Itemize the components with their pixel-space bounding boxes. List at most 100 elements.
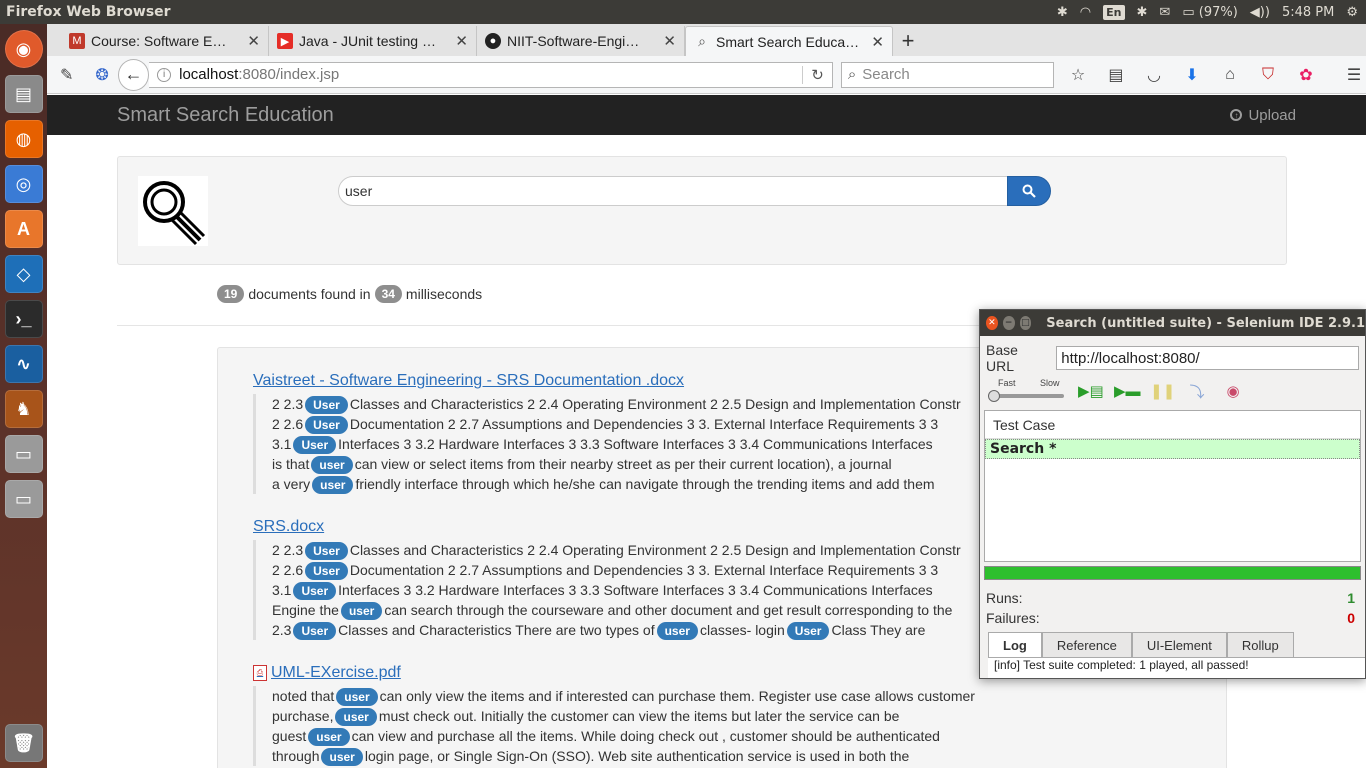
result-title-text: Vaistreet - Software Engineering - SRS D… [253,372,685,389]
home-icon[interactable]: ⌂ [1218,63,1242,87]
clock[interactable]: 5:48 PM [1282,5,1334,20]
site-brand[interactable]: Smart Search Education [117,104,334,127]
extension-swirl-icon[interactable]: ❂ [90,63,113,87]
software-center-icon[interactable]: A [4,210,43,248]
snippet-text: noted that [272,688,335,704]
tab-reference[interactable]: Reference [1041,632,1132,657]
vscode-icon[interactable]: ◇ [4,255,43,293]
reading-list-icon[interactable]: ▤ [1104,63,1128,87]
browser-search-box[interactable]: ⌕ Search [840,61,1054,88]
query-input[interactable] [338,176,1008,206]
snippet-text: must check out. Initially the customer c… [378,708,900,724]
browser-tab-course[interactable]: M Course: Software E… ✕ [61,26,269,56]
terminal-icon[interactable]: ›_ [4,300,43,338]
back-button[interactable]: ← [117,58,150,91]
tab-ui-element[interactable]: UI-Element [1131,632,1227,657]
downloads-icon[interactable]: ⬇ [1180,63,1204,87]
menu-hamburger-icon[interactable]: ☰ [1342,63,1366,87]
milliseconds-badge: 34 [374,285,402,303]
upload-link[interactable]: ↑ Upload [1230,107,1296,124]
snippet-text: can only view the items and if intereste… [379,688,975,704]
snippet-text: Classes and Characteristics 2 2.4 Operat… [349,396,961,412]
snippet-text: Classes and Characteristics There are tw… [338,622,655,638]
extension-color-icon[interactable]: ✿ [1294,63,1318,87]
close-icon[interactable]: ✕ [247,32,260,50]
bookmark-star-icon[interactable]: ☆ [1066,63,1090,87]
snippet-line: is that user can view or select items from… [272,454,961,474]
ubuntu-dash-icon[interactable]: ◉ [4,30,43,68]
speed-knob[interactable] [988,390,1000,402]
system-monitor-icon[interactable]: ∿ [4,345,43,383]
test-case-row[interactable]: Search * [985,439,1360,459]
wifi-icon[interactable]: ◠ [1080,5,1091,20]
result-title-link[interactable]: ⎙ UML-EXercise.pdf [253,664,975,682]
volume-icon[interactable]: ◀)) [1250,5,1270,20]
record-icon[interactable]: ◉ [1222,382,1244,400]
magnifier-logo [138,176,208,246]
snippet-text: 2 2.3 [272,542,304,558]
snippet-text: is that [272,456,310,472]
close-icon[interactable]: ✕ [871,33,884,51]
result-title-link[interactable]: SRS.docx [253,518,961,536]
tab-rollup[interactable]: Rollup [1226,632,1294,657]
close-icon[interactable]: ✕ [455,32,468,50]
step-icon[interactable]: ⤵ [1186,381,1208,402]
adblock-icon[interactable]: ⛉ [1256,63,1280,87]
gimp-icon[interactable]: ♞ [4,390,43,428]
runs-row: Runs: 1 [980,588,1365,608]
search-button[interactable] [1007,176,1051,206]
base-url-row: Base URL [980,336,1365,374]
play-test-icon[interactable]: ▶▬ [1114,382,1141,400]
tab-log[interactable]: Log [988,632,1042,657]
pocket-icon[interactable]: ◡ [1142,63,1166,87]
url-bar[interactable]: i localhost:8080/index.jsp ↻ [149,61,833,88]
base-url-input[interactable] [1056,346,1359,370]
result-title-link[interactable]: Vaistreet - Software Engineering - SRS D… [253,372,961,390]
selenium-titlebar: ✕ − □ Search (untitled suite) - Selenium… [980,310,1365,336]
runs-label: Runs: [986,590,1023,606]
close-window-icon[interactable]: ✕ [986,316,998,330]
site-navbar: Smart Search Education ↑ Upload [47,95,1366,135]
result-snippets: 2 2.3 User Classes and Characteristics 2 2… [253,540,961,640]
browser-tab-youtube[interactable]: ▶ Java - JUnit testing … ✕ [269,26,477,56]
bluetooth-icon[interactable]: ✱ [1057,5,1068,20]
snippet-text: Class They are [831,622,926,638]
snippet-line: guest user can view and purchase all the i… [272,726,975,746]
firefox-icon[interactable]: ◍ [4,120,43,158]
selenium-toolbar: Fast Slow ▶▤ ▶▬ ❚❚ ⤵ ◉ [980,374,1365,408]
snippet-text: through [272,748,320,764]
info-icon[interactable]: i [157,67,172,82]
minimize-window-icon[interactable]: − [1002,316,1015,330]
new-tab-button[interactable]: + [893,26,923,56]
settings-gear-icon[interactable]: ⚙ [1346,5,1358,20]
drive-icon-2[interactable]: ▭ [4,480,43,518]
play-suite-icon[interactable]: ▶▤ [1078,382,1104,400]
maximize-window-icon[interactable]: □ [1019,316,1032,330]
pause-icon[interactable]: ❚❚ [1150,382,1175,400]
arrow-left-icon: ← [124,64,143,84]
browser-tab-github[interactable]: ● NIIT-Software-Engi… ✕ [477,26,685,56]
keyword-highlight: user [311,456,353,474]
keyword-highlight: User [293,436,337,454]
snippet-line: a very user friendly interface through whi… [272,474,961,494]
moodle-icon: M [69,33,85,49]
reload-icon[interactable]: ↻ [802,65,824,84]
search-placeholder: Search [862,66,910,83]
trash-icon[interactable]: 🗑 [4,724,43,762]
speed-slider[interactable]: Fast Slow [988,378,1064,404]
mail-icon[interactable]: ✉ [1159,5,1170,20]
base-url-label: Base URL [986,342,1018,374]
search-result: Vaistreet - Software Engineering - SRS D… [253,372,961,494]
extension-notes-icon[interactable]: ✎ [55,63,78,87]
files-icon[interactable]: ▤ [4,75,43,113]
bluetooth-icon-secondary[interactable]: ✱ [1137,5,1148,20]
close-icon[interactable]: ✕ [663,32,676,50]
battery-indicator[interactable]: ▭ (97%) [1182,5,1237,20]
pdf-file-icon: ⎙ [253,665,267,681]
drive-icon[interactable]: ▭ [4,435,43,473]
keyboard-layout-indicator[interactable]: En [1103,4,1125,20]
snippet-line: 2.3 User Classes and Characteristics There… [272,620,961,640]
magnifier-logo-icon [143,181,206,246]
chrome-icon[interactable]: ◎ [4,165,43,203]
browser-tab-smart-search[interactable]: ⌕ Smart Search Educa… ✕ [685,26,893,56]
